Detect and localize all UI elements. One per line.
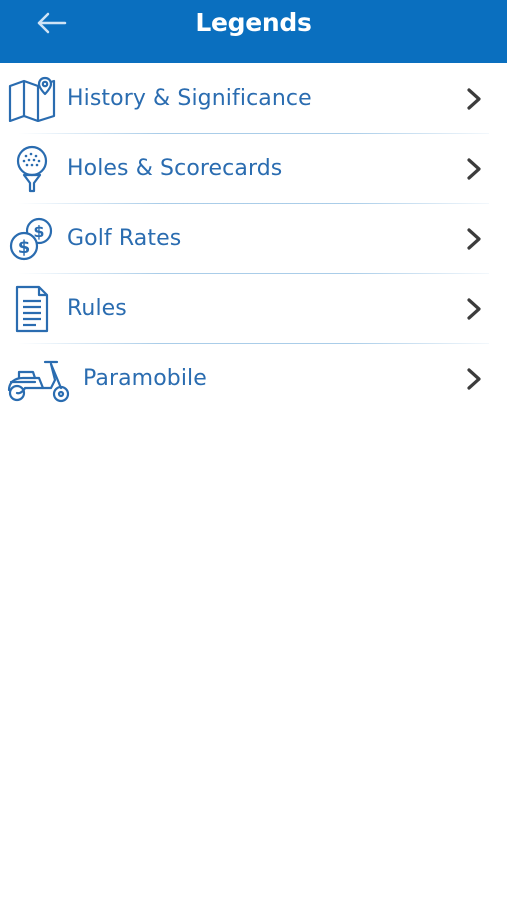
chevron-right-icon — [461, 366, 487, 392]
golf-ball-tee-icon — [6, 144, 58, 194]
document-icon — [6, 284, 58, 334]
svg-text:$: $ — [33, 222, 44, 241]
header-bar: Legends — [0, 0, 507, 63]
chevron-right-icon — [461, 86, 487, 112]
menu-item-holes-scorecards[interactable]: Holes & Scorecards — [0, 134, 507, 204]
menu-item-paramobile[interactable]: Paramobile — [0, 344, 507, 414]
menu-item-label: Rules — [67, 296, 127, 321]
chevron-right-icon — [461, 226, 487, 252]
menu-item-label: History & Significance — [67, 86, 312, 111]
legends-menu: History & Significance Holes & Scorecard… — [0, 64, 507, 414]
chevron-right-icon — [461, 156, 487, 182]
scooter-icon — [4, 354, 74, 404]
map-pin-icon — [6, 74, 58, 124]
menu-item-label: Paramobile — [83, 366, 207, 391]
menu-item-label: Golf Rates — [67, 226, 182, 251]
menu-item-golf-rates[interactable]: $ $ Golf Rates — [0, 204, 507, 274]
menu-item-history-significance[interactable]: History & Significance — [0, 64, 507, 134]
menu-item-rules[interactable]: Rules — [0, 274, 507, 344]
page-title: Legends — [195, 8, 312, 37]
menu-item-label: Holes & Scorecards — [67, 156, 283, 181]
svg-text:$: $ — [18, 237, 31, 258]
coins-icon: $ $ — [6, 214, 58, 264]
chevron-right-icon — [461, 296, 487, 322]
app-screen: Legends History & Significance Holes & S… — [0, 0, 507, 900]
